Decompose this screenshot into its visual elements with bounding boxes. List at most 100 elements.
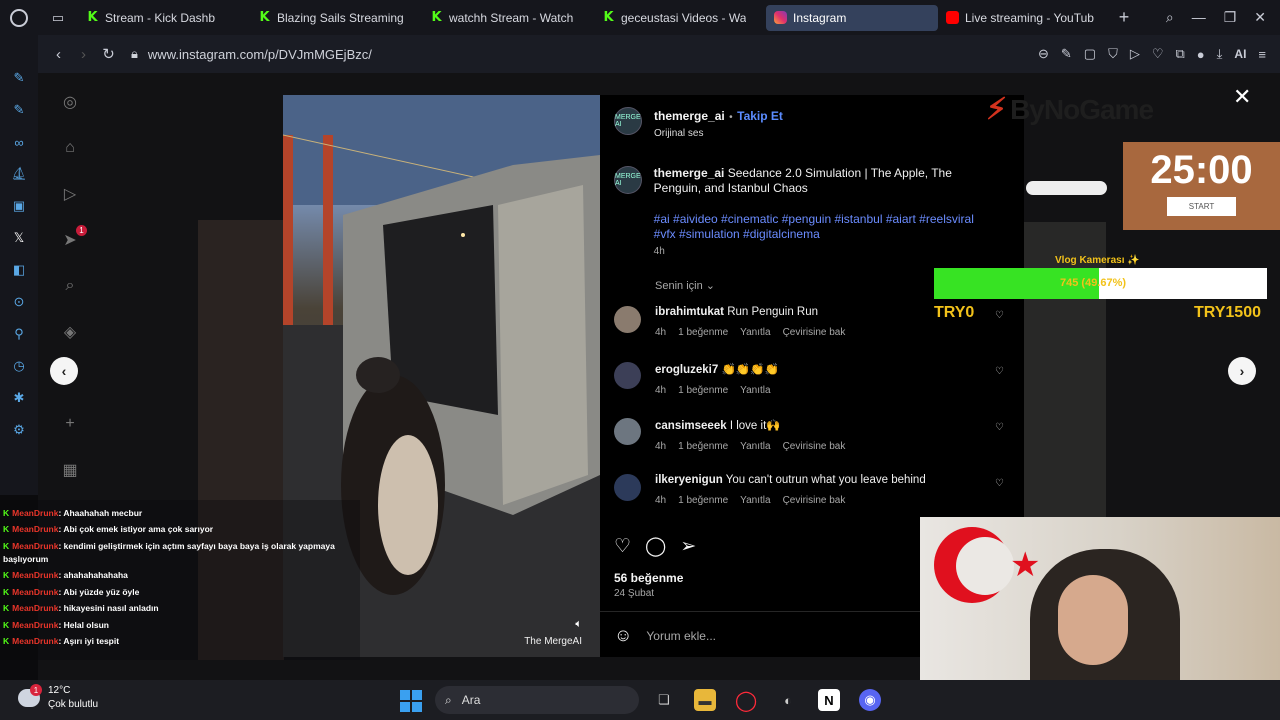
- url-field[interactable]: 🔒︎ www.instagram.com/p/DVJmMGEjBzc/: [131, 46, 372, 62]
- zoom-icon[interactable]: ⊖: [1038, 46, 1049, 62]
- close-modal-icon[interactable]: ✕: [1233, 84, 1251, 110]
- opera-gx-icon[interactable]: ◯: [735, 689, 757, 712]
- translate-link[interactable]: Çevirisine bak: [783, 441, 846, 452]
- chat-text: : Abi çok emek istiyor ama çok sarıyor: [58, 524, 214, 534]
- timer-start-button[interactable]: START: [1167, 197, 1236, 216]
- snapshot-icon[interactable]: ▢: [1084, 46, 1096, 62]
- ai-button[interactable]: AI: [1234, 47, 1246, 61]
- notion-icon[interactable]: N: [818, 689, 840, 711]
- heart-icon[interactable]: ♡: [1152, 46, 1164, 62]
- next-post-button[interactable]: ›: [1228, 357, 1256, 385]
- browser-tab-4[interactable]: Instagram: [766, 4, 938, 31]
- commenter-username[interactable]: ibrahimtukat: [655, 306, 724, 318]
- commenter-avatar[interactable]: [614, 306, 641, 333]
- caption-username[interactable]: themerge_ai: [654, 166, 725, 180]
- minimize-icon[interactable]: —: [1192, 9, 1206, 26]
- twitch-icon[interactable]: ▣: [10, 197, 28, 215]
- previous-post-button[interactable]: ‹: [50, 357, 78, 385]
- reply-button[interactable]: Yanıtla: [740, 495, 770, 506]
- pin-icon[interactable]: ✎: [10, 69, 28, 87]
- commenter-avatar[interactable]: [614, 418, 641, 445]
- browser-tab-3[interactable]: Kgeceustasi Videos - Wa: [594, 5, 766, 31]
- extensions-icon[interactable]: ⧉: [1176, 46, 1185, 62]
- menu-icon[interactable]: ≡: [1258, 47, 1266, 62]
- extensions-icon[interactable]: ✱: [10, 389, 28, 407]
- app-icon[interactable]: ◧: [10, 261, 28, 279]
- instagram-logo-icon[interactable]: ◎: [59, 91, 81, 113]
- new-tab-button[interactable]: +: [1110, 7, 1138, 28]
- history-icon[interactable]: ◷: [10, 357, 28, 375]
- comment-like-icon[interactable]: ♡: [995, 478, 1004, 489]
- boat-icon[interactable]: ⛵︎: [10, 165, 28, 183]
- author-avatar[interactable]: MERGE AI: [614, 166, 642, 194]
- comment-likes[interactable]: 1 beğenme: [678, 385, 728, 396]
- media-watermark: The MergeAI: [524, 636, 582, 647]
- pin-icon[interactable]: ⚲: [10, 325, 28, 343]
- app-icon[interactable]: ◐: [777, 689, 799, 711]
- comment-sort-dropdown[interactable]: Senin için ⌄: [655, 279, 715, 292]
- discord-icon[interactable]: ◉: [859, 689, 881, 711]
- settings-icon[interactable]: ⚙: [10, 421, 28, 439]
- profile-icon[interactable]: ●: [1197, 47, 1205, 62]
- audio-label[interactable]: Orijinal ses: [654, 128, 783, 139]
- reply-button[interactable]: Yanıtla: [740, 327, 770, 338]
- link-icon[interactable]: ∞: [10, 133, 28, 151]
- browser-tab-0[interactable]: K Stream - Kick Dashb: [78, 5, 250, 31]
- forward-icon[interactable]: ›: [71, 46, 96, 63]
- reply-button[interactable]: Yanıtla: [740, 441, 770, 452]
- reels-icon[interactable]: ▷: [59, 183, 81, 205]
- taskbar-search[interactable]: ⌕ Ara: [435, 686, 639, 714]
- comment-input[interactable]: Yorum ekle...: [646, 629, 716, 643]
- translate-link[interactable]: Çevirisine bak: [783, 495, 846, 506]
- browser-tab-2[interactable]: Kwatchh Stream - Watch: [422, 5, 594, 31]
- explore-icon[interactable]: ◈: [59, 321, 81, 343]
- workspace-icon[interactable]: ▭: [38, 0, 78, 35]
- reply-button[interactable]: Yanıtla: [740, 385, 770, 396]
- browser-tab-1[interactable]: K Blazing Sails Streaming: [250, 5, 422, 31]
- caption-hashtags[interactable]: #ai #aivideo #cinematic #penguin #istanb…: [654, 212, 994, 242]
- browser-tab-5[interactable]: Live streaming - YouTub: [938, 5, 1110, 31]
- emoji-icon[interactable]: ☺: [614, 625, 632, 646]
- player-icon[interactable]: ⊙: [10, 293, 28, 311]
- follow-button[interactable]: Takip Et: [737, 109, 783, 123]
- like-icon[interactable]: ♡: [614, 535, 631, 558]
- player-icon[interactable]: ▷: [1130, 46, 1140, 62]
- comment-likes[interactable]: 1 beğenme: [678, 441, 728, 452]
- commenter-avatar[interactable]: [614, 362, 641, 389]
- commenter-username[interactable]: ilkeryenigun: [655, 474, 723, 486]
- pin-icon[interactable]: ✎: [1061, 46, 1072, 62]
- comment-likes[interactable]: 1 beğenme: [678, 495, 728, 506]
- commenter-username[interactable]: cansimseeek: [655, 420, 727, 432]
- download-icon[interactable]: ⤓: [1217, 46, 1223, 62]
- comment-like-icon[interactable]: ♡: [995, 422, 1004, 433]
- back-icon[interactable]: ‹: [46, 46, 71, 63]
- opera-logo-icon[interactable]: [0, 0, 38, 35]
- close-window-icon[interactable]: ✕: [1254, 9, 1266, 26]
- messages-icon[interactable]: ➤ 1: [59, 225, 87, 251]
- author-avatar[interactable]: MERGE AI: [614, 107, 642, 135]
- tab-search-icon[interactable]: ⌕: [1166, 9, 1174, 26]
- reload-icon[interactable]: ↻: [96, 45, 121, 63]
- dashboard-icon[interactable]: ▦: [59, 459, 81, 481]
- x-icon[interactable]: 𝕏: [10, 229, 28, 247]
- comment-icon[interactable]: ◯: [645, 535, 666, 558]
- commenter-username[interactable]: erogluzeki7: [655, 364, 718, 376]
- comment-like-icon[interactable]: ♡: [995, 310, 1004, 321]
- windows-start-icon[interactable]: [400, 690, 422, 712]
- file-explorer-icon[interactable]: ▬: [694, 689, 716, 711]
- author-username[interactable]: themerge_ai: [654, 109, 725, 123]
- commenter-avatar[interactable]: [614, 474, 641, 501]
- home-icon[interactable]: ⌂: [59, 137, 81, 159]
- shield-icon[interactable]: ⛉: [1108, 46, 1118, 62]
- maximize-icon[interactable]: ❐: [1224, 9, 1237, 26]
- comment-like-icon[interactable]: ♡: [995, 366, 1004, 377]
- comment-likes[interactable]: 1 beğenme: [678, 327, 728, 338]
- task-view-icon[interactable]: ❏: [653, 689, 675, 711]
- create-icon[interactable]: +: [59, 413, 81, 435]
- search-icon[interactable]: ⌕: [59, 275, 81, 297]
- share-icon[interactable]: ➢: [680, 535, 696, 558]
- translate-link[interactable]: Çevirisine bak: [783, 327, 846, 338]
- like-count[interactable]: 56 beğenme: [614, 571, 683, 585]
- mute-icon[interactable]: 🔈︎: [575, 618, 582, 631]
- pin-icon[interactable]: ✎: [10, 101, 28, 119]
